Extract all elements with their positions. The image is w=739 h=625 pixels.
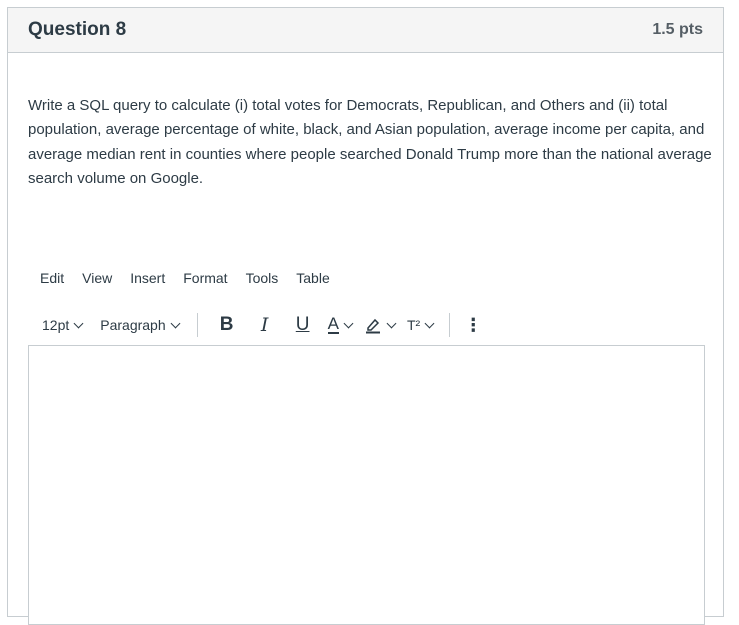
superscript-button[interactable]: T²: [401, 317, 439, 333]
text-color-button[interactable]: A: [322, 314, 358, 334]
font-size-value: 12pt: [42, 317, 70, 333]
highlighter-icon: [365, 318, 380, 334]
block-format-value: Paragraph: [100, 317, 166, 333]
question-title: Question 8: [28, 19, 127, 40]
editor-toolbar: 12pt Paragraph B I U A T² ⋮: [30, 306, 486, 344]
menu-insert[interactable]: Insert: [120, 270, 173, 286]
more-options-icon[interactable]: ⋮: [460, 315, 486, 336]
toolbar-separator: [449, 313, 451, 337]
underline-button[interactable]: U: [284, 314, 322, 336]
question-card: Question 8 1.5 pts Write a SQL query to …: [7, 7, 724, 625]
chevron-down-icon: [424, 318, 435, 328]
answer-editor[interactable]: [28, 345, 705, 625]
chevron-down-icon: [170, 318, 181, 328]
menu-tools[interactable]: Tools: [236, 270, 287, 286]
editor-menubar: Edit View Insert Format Tools Table: [30, 270, 338, 286]
menu-edit[interactable]: Edit: [30, 270, 72, 286]
menu-table[interactable]: Table: [286, 270, 337, 286]
menu-view[interactable]: View: [72, 270, 120, 286]
highlight-color-button[interactable]: [358, 316, 401, 334]
superscript-icon: T²: [406, 317, 421, 333]
menu-format[interactable]: Format: [173, 270, 235, 286]
chevron-down-icon: [73, 318, 84, 328]
question-header: Question 8 1.5 pts: [8, 8, 723, 53]
block-format-select[interactable]: Paragraph: [90, 317, 186, 333]
chevron-down-icon: [343, 318, 354, 328]
question-points: 1.5 pts: [652, 21, 703, 38]
question-text: Write a SQL query to calculate (i) total…: [28, 97, 712, 187]
italic-button[interactable]: I: [246, 314, 284, 336]
text-color-icon: A: [327, 314, 339, 334]
toolbar-separator: [196, 313, 198, 337]
bold-button[interactable]: B: [208, 314, 246, 336]
font-size-select[interactable]: 12pt: [30, 317, 90, 333]
chevron-down-icon: [386, 318, 397, 328]
